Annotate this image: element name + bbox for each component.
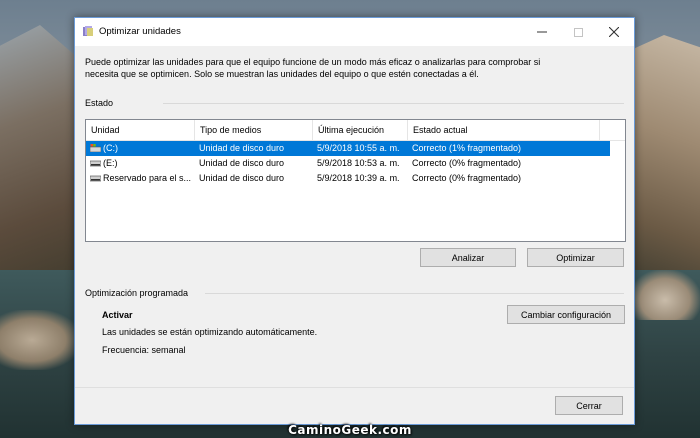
drives-list-header: Unidad Tipo de medios Última ejecución E…: [86, 120, 625, 141]
close-window-button[interactable]: [596, 18, 632, 46]
scheduled-divider: [205, 293, 624, 294]
dialog-footer: Cerrar: [75, 387, 634, 424]
status-section-label: Estado: [85, 98, 114, 108]
drive-media-label: Unidad de disco duro: [199, 143, 285, 153]
column-header-last-run[interactable]: Última ejecución: [313, 120, 408, 140]
drive-state-label: Correcto (0% fragmentado): [412, 173, 522, 183]
drive-row-c[interactable]: (C:) Unidad de disco duro 5/9/2018 10:55…: [86, 141, 610, 156]
background-rocks-right: [630, 270, 700, 320]
minimize-icon: [537, 31, 547, 33]
drive-unit-label: (C:): [103, 143, 118, 153]
column-header-media[interactable]: Tipo de medios: [195, 120, 313, 140]
scheduled-section-label: Optimización programada: [85, 288, 189, 298]
analyze-button[interactable]: Analizar: [420, 248, 516, 267]
change-config-button[interactable]: Cambiar configuración: [507, 305, 625, 324]
drive-row-e[interactable]: (E:) Unidad de disco duro 5/9/2018 10:53…: [86, 156, 610, 171]
title-bar[interactable]: Optimizar unidades: [75, 18, 634, 46]
drive-unit-label: (E:): [103, 158, 118, 168]
drive-last-run-label: 5/9/2018 10:53 a. m.: [317, 158, 400, 168]
status-divider: [163, 103, 624, 104]
maximize-icon: [573, 27, 583, 37]
drive-state-label: Correcto (0% fragmentado): [412, 158, 522, 168]
windows-drive-icon: [90, 144, 101, 152]
close-icon: [609, 27, 619, 37]
drive-media-label: Unidad de disco duro: [199, 173, 285, 183]
drive-state-label: Correcto (1% fragmentado): [412, 143, 522, 153]
drive-icon: [90, 175, 101, 182]
drive-row-reserved[interactable]: Reservado para el s... Unidad de disco d…: [86, 171, 610, 186]
drive-last-run-label: 5/9/2018 10:39 a. m.: [317, 173, 400, 183]
window-title: Optimizar unidades: [99, 26, 181, 37]
defrag-app-icon: [83, 26, 93, 36]
column-header-unit[interactable]: Unidad: [86, 120, 195, 140]
column-header-state[interactable]: Estado actual: [408, 120, 600, 140]
drive-last-run-label: 5/9/2018 10:55 a. m.: [317, 143, 400, 153]
minimize-button[interactable]: [524, 18, 560, 46]
drive-icon: [90, 160, 101, 167]
description-text: Puede optimizar las unidades para que el…: [85, 57, 541, 79]
drives-list[interactable]: Unidad Tipo de medios Última ejecución E…: [85, 119, 626, 242]
scheduled-frequency: Frecuencia: semanal: [102, 345, 186, 355]
scheduled-info: Las unidades se están optimizando automá…: [102, 327, 318, 337]
background-rocks-left: [0, 310, 80, 370]
drive-unit-label: Reservado para el s...: [103, 173, 192, 183]
optimize-drives-window: Optimizar unidades Puede optimizar las u…: [74, 17, 635, 425]
drive-media-label: Unidad de disco duro: [199, 158, 285, 168]
close-button[interactable]: Cerrar: [555, 396, 623, 415]
optimize-button[interactable]: Optimizar: [527, 248, 624, 267]
scheduled-state: Activar: [102, 310, 133, 320]
maximize-button[interactable]: [560, 18, 596, 46]
site-watermark: CaminoGeek.com: [288, 423, 412, 437]
